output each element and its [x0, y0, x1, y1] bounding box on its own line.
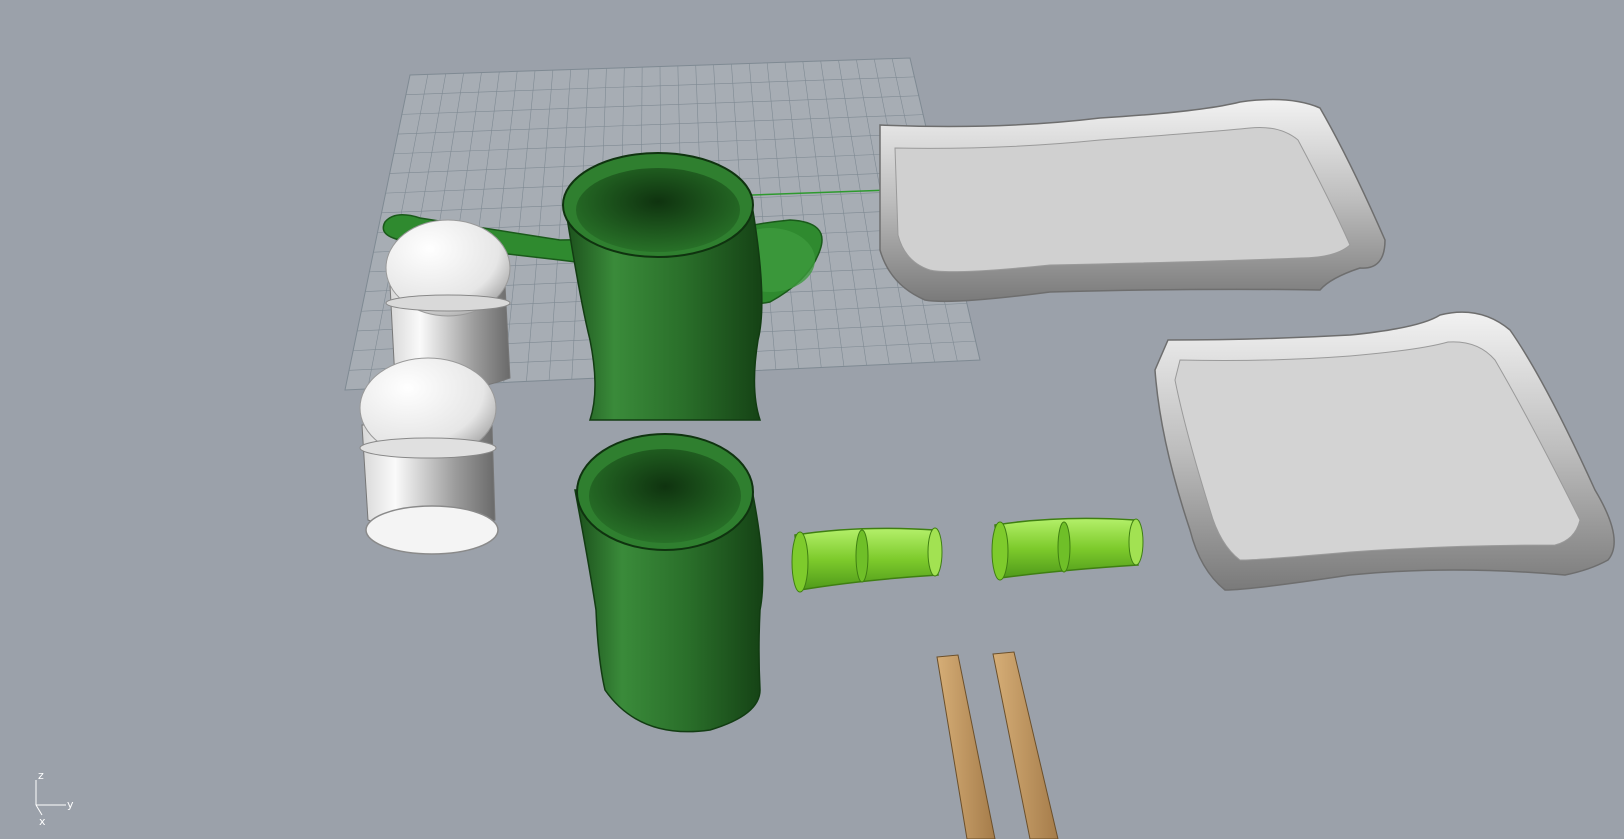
- tray-front[interactable]: [1154, 311, 1615, 591]
- rhino-viewport[interactable]: z y x: [0, 0, 1624, 839]
- tray-back[interactable]: [879, 98, 1386, 303]
- chopstick-rest-left[interactable]: [791, 527, 943, 593]
- y-axis-label: y: [67, 798, 74, 811]
- x-axis-label: x: [39, 815, 46, 828]
- cup-front[interactable]: [574, 433, 764, 733]
- cup-back[interactable]: [562, 152, 763, 421]
- shaker-front[interactable]: [359, 357, 499, 555]
- z-axis-label: z: [38, 769, 44, 782]
- 3d-scene[interactable]: z y x: [0, 0, 1624, 839]
- axis-gizmo: z y x: [35, 769, 74, 828]
- chopsticks[interactable]: [936, 651, 1059, 839]
- chopstick-rest-right[interactable]: [991, 517, 1144, 581]
